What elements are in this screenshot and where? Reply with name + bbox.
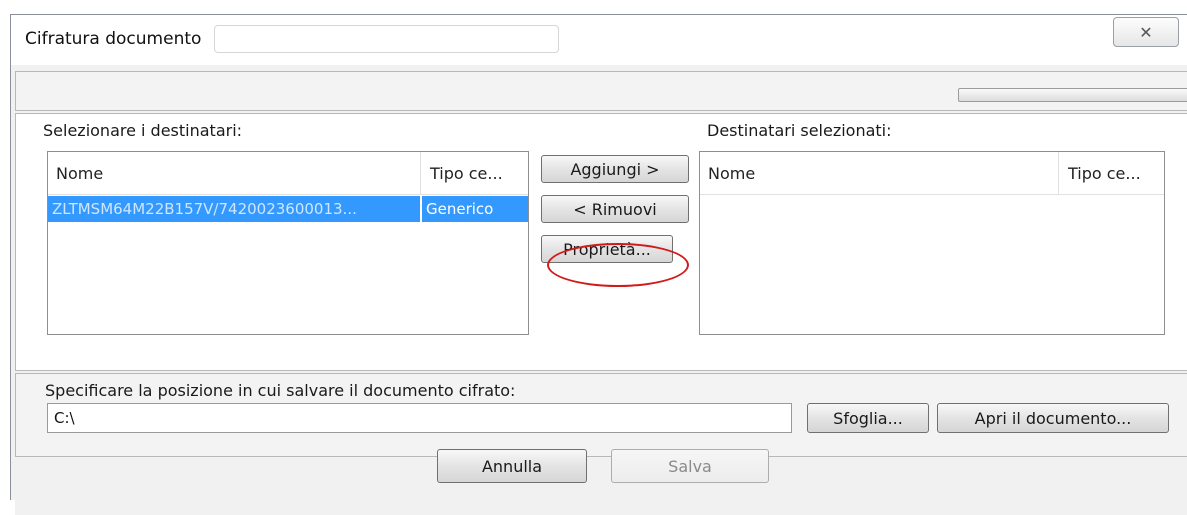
browse-button[interactable]: Sfoglia... xyxy=(807,403,929,433)
available-recipients-label: Selezionare i destinatari: xyxy=(43,121,243,140)
window-title: Cifratura documento xyxy=(25,29,202,49)
title-bar: Cifratura documento ✕ xyxy=(11,15,1187,65)
column-header-name[interactable]: Nome xyxy=(700,152,1058,194)
table-row[interactable]: ZLTMSM64M22B157V/7420023600013... Generi… xyxy=(48,196,528,222)
remove-button[interactable]: < Rimuovi xyxy=(541,195,689,223)
dialog-footer xyxy=(15,457,1187,515)
recipient-name-cell: ZLTMSM64M22B157V/7420023600013... xyxy=(48,196,420,222)
open-document-button[interactable]: Apri il documento... xyxy=(937,403,1169,433)
column-header-name-label: Nome xyxy=(56,163,104,183)
save-button[interactable]: Salva xyxy=(611,449,769,483)
add-button[interactable]: Aggiungi > xyxy=(541,155,689,183)
column-header-type-label: Tipo ce... xyxy=(430,163,503,183)
column-header-type-label: Tipo ce... xyxy=(1068,163,1141,183)
close-button[interactable]: ✕ xyxy=(1113,17,1179,47)
column-separator[interactable] xyxy=(420,152,421,194)
list-header: Nome Tipo ce... xyxy=(700,152,1164,195)
selected-recipients-list[interactable]: Nome Tipo ce... xyxy=(699,151,1165,335)
available-recipients-list[interactable]: Nome Tipo ce... ZLTMSM64M22B157V/7420023… xyxy=(47,151,529,335)
save-location-label: Specificare la posizione in cui salvare … xyxy=(45,381,516,400)
column-header-type[interactable]: Tipo ce... xyxy=(1060,152,1164,194)
column-header-type[interactable]: Tipo ce... xyxy=(422,152,528,194)
column-separator[interactable] xyxy=(1058,152,1059,194)
column-header-name-label: Nome xyxy=(708,163,756,183)
encrypt-document-dialog: Cifratura documento ✕ Selezionare i dest… xyxy=(10,14,1187,515)
cancel-button[interactable]: Annulla xyxy=(437,449,587,483)
properties-button[interactable]: Proprietà... xyxy=(541,235,673,263)
progress-bar xyxy=(958,88,1187,102)
selected-recipients-label: Destinatari selezionati: xyxy=(707,121,892,140)
title-field xyxy=(214,25,559,53)
close-icon: ✕ xyxy=(1139,22,1153,42)
list-header: Nome Tipo ce... xyxy=(48,152,528,195)
save-path-input[interactable] xyxy=(47,403,792,433)
column-header-name[interactable]: Nome xyxy=(48,152,420,194)
top-panel xyxy=(15,71,1187,111)
recipient-type-cell: Generico xyxy=(422,196,528,222)
